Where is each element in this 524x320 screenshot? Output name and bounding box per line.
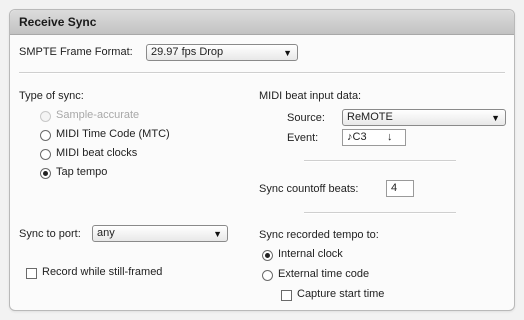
- smpte-frame-format-label: SMPTE Frame Format:: [19, 46, 133, 58]
- divider: [19, 72, 505, 74]
- smpte-frame-format-select[interactable]: 29.97 fps Drop ▼: [146, 44, 298, 61]
- record-still-framed-checkbox[interactable]: [26, 268, 37, 279]
- sync-to-port-select[interactable]: any ▼: [92, 225, 228, 242]
- smpte-frame-format-value: 29.97 fps Drop: [151, 46, 224, 58]
- radio-mtc-label[interactable]: MIDI Time Code (MTC): [56, 128, 170, 140]
- divider: [304, 160, 456, 162]
- radio-tap-tempo[interactable]: [40, 168, 51, 179]
- sync-to-port-value: any: [97, 227, 115, 239]
- source-select[interactable]: ReMOTE ▼: [342, 109, 506, 126]
- capture-start-time-checkbox[interactable]: [281, 290, 292, 301]
- panel-titlebar: Receive Sync: [10, 10, 514, 35]
- event-field[interactable]: ♪C3 ↓: [342, 129, 406, 146]
- chevron-down-icon: ▼: [491, 113, 500, 123]
- sync-countoff-value: 4: [391, 182, 398, 194]
- type-of-sync-label: Type of sync:: [19, 90, 84, 102]
- radio-internal-clock[interactable]: [262, 250, 273, 261]
- capture-start-time-label[interactable]: Capture start time: [297, 288, 384, 300]
- radio-external-time-code-label[interactable]: External time code: [278, 268, 369, 280]
- radio-external-time-code[interactable]: [262, 270, 273, 281]
- sync-recorded-tempo-label: Sync recorded tempo to:: [259, 229, 379, 241]
- event-value: ♪C3: [347, 131, 367, 143]
- sync-countoff-input[interactable]: 4: [386, 180, 414, 197]
- event-label: Event:: [287, 132, 319, 144]
- panel-title: Receive Sync: [19, 15, 97, 29]
- source-label: Source:: [287, 112, 325, 124]
- midi-beat-input-label: MIDI beat input data:: [259, 90, 362, 102]
- record-still-framed-label[interactable]: Record while still-framed: [42, 266, 162, 278]
- sync-countoff-label: Sync countoff beats:: [259, 183, 359, 195]
- arrow-down-icon[interactable]: ↓: [387, 130, 393, 145]
- divider: [304, 212, 456, 214]
- source-value: ReMOTE: [347, 111, 393, 123]
- chevron-down-icon: ▼: [283, 48, 292, 58]
- sync-to-port-label: Sync to port:: [19, 228, 81, 240]
- radio-sample-accurate[interactable]: [40, 111, 51, 122]
- radio-internal-clock-label[interactable]: Internal clock: [278, 248, 343, 260]
- radio-midi-beat-clocks[interactable]: [40, 149, 51, 160]
- radio-midi-beat-clocks-label[interactable]: MIDI beat clocks: [56, 147, 137, 159]
- radio-tap-tempo-label[interactable]: Tap tempo: [56, 166, 107, 178]
- receive-sync-panel: Receive Sync SMPTE Frame Format: 29.97 f…: [9, 9, 515, 311]
- chevron-down-icon: ▼: [213, 229, 222, 239]
- radio-sample-accurate-label: Sample-accurate: [56, 109, 140, 121]
- radio-mtc[interactable]: [40, 130, 51, 141]
